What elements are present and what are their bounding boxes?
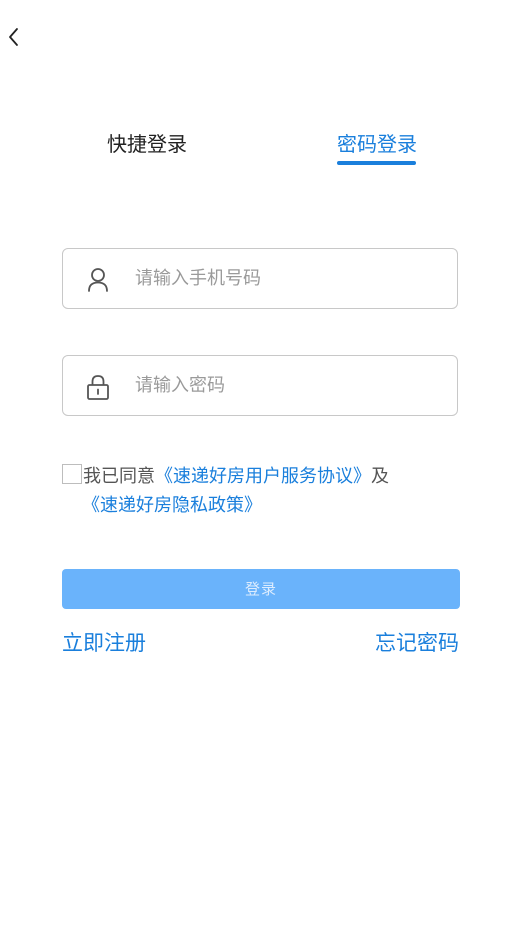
user-icon <box>88 268 108 292</box>
phone-field <box>62 248 458 309</box>
agreement-checkbox[interactable] <box>62 464 82 484</box>
forgot-password-link[interactable]: 忘记密码 <box>375 628 459 658</box>
agreement-conjunction: 及 <box>371 466 389 487</box>
agreement-text-line2: 《速递好房隐私政策》 <box>82 491 262 520</box>
agreement-prefix: 我已同意 <box>83 466 155 487</box>
lock-icon <box>87 375 109 400</box>
tab-quick-login[interactable]: 快捷登录 <box>107 128 187 160</box>
password-field <box>62 355 458 416</box>
back-button[interactable] <box>2 24 26 50</box>
phone-input[interactable] <box>135 249 445 308</box>
login-tabs: 快捷登录 密码登录 <box>0 128 526 172</box>
chevron-left-icon <box>9 28 18 46</box>
service-agreement-link[interactable]: 《速递好房用户服务协议》 <box>155 466 371 487</box>
password-input[interactable] <box>135 356 445 415</box>
login-button[interactable]: 登录 <box>62 569 460 609</box>
register-link[interactable]: 立即注册 <box>62 628 146 658</box>
agreement-text-line1: 我已同意《速递好房用户服务协议》及 <box>83 462 389 491</box>
active-tab-indicator <box>337 161 416 165</box>
tab-password-login[interactable]: 密码登录 <box>337 128 417 160</box>
privacy-policy-link[interactable]: 《速递好房隐私政策》 <box>82 495 262 516</box>
login-page: 快捷登录 密码登录 我已同意《速递好房用户服务协议》及 《速递好房隐私政策》 登… <box>0 0 526 939</box>
